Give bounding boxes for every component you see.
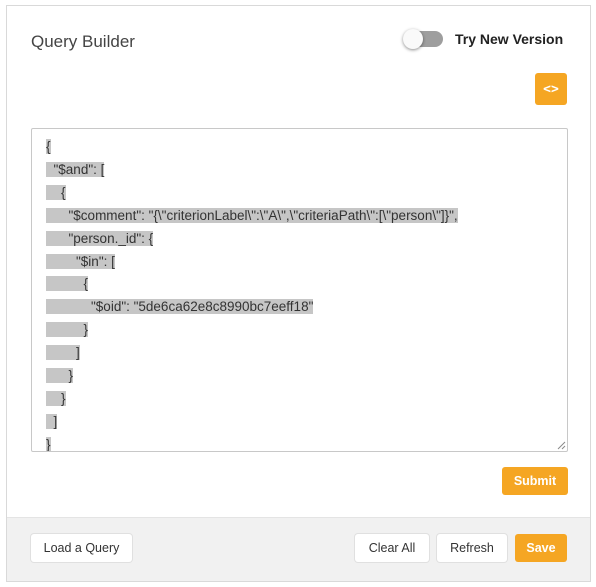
code-line: ] bbox=[46, 345, 80, 361]
code-line: } bbox=[46, 436, 51, 452]
query-json-editor[interactable]: { "$and": [ { "$comment": "{\"criterionL… bbox=[31, 128, 568, 452]
resize-handle-icon[interactable] bbox=[556, 440, 566, 450]
footer-bar: Load a Query Clear All Refresh Save bbox=[7, 517, 590, 581]
code-line: ] bbox=[46, 413, 58, 429]
page-title: Query Builder bbox=[31, 32, 135, 51]
code-line: { bbox=[46, 139, 51, 154]
code-view-button[interactable]: <> bbox=[535, 73, 567, 105]
save-button[interactable]: Save bbox=[515, 534, 567, 562]
toggle-knob[interactable] bbox=[403, 29, 423, 49]
refresh-button[interactable]: Refresh bbox=[437, 534, 507, 562]
query-builder-panel: Query Builder Try New Version <> { "$and… bbox=[6, 5, 591, 582]
code-line: } bbox=[46, 368, 74, 384]
load-query-button[interactable]: Load a Query bbox=[31, 534, 132, 562]
code-line: "person._id": { bbox=[46, 230, 154, 246]
code-line: "$oid": "5de6ca62e8c8990bc7eeff18" bbox=[46, 299, 314, 315]
new-version-toggle[interactable] bbox=[403, 29, 443, 49]
code-line: { bbox=[46, 184, 66, 200]
code-line: "$and": [ bbox=[46, 161, 105, 177]
code-line: } bbox=[46, 390, 66, 406]
code-line: { bbox=[46, 276, 89, 292]
clear-all-button[interactable]: Clear All bbox=[355, 534, 429, 562]
code-line: "$comment": "{\"criterionLabel\":\"A\",\… bbox=[46, 207, 458, 223]
code-line: } bbox=[46, 322, 89, 338]
new-version-toggle-label: Try New Version bbox=[455, 31, 564, 47]
submit-button[interactable]: Submit bbox=[502, 467, 568, 495]
code-line: "$in": [ bbox=[46, 253, 115, 269]
